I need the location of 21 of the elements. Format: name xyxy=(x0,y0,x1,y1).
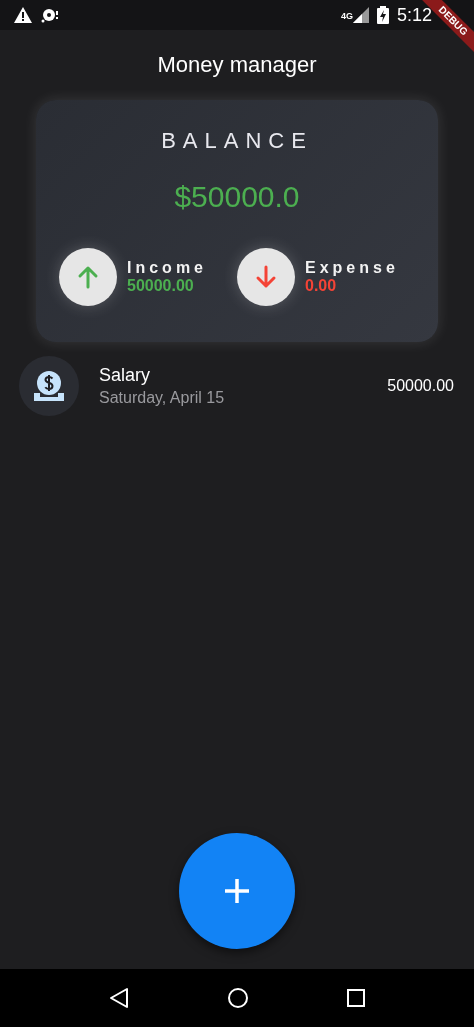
summary-label: Income xyxy=(127,259,207,277)
back-icon[interactable] xyxy=(108,987,131,1009)
app-title: Money manager xyxy=(157,52,317,78)
battery-icon xyxy=(376,6,389,24)
balance-amount: $50000.0 xyxy=(174,180,300,214)
summary-value: 0.00 xyxy=(305,277,338,295)
balance-label: BALANCE xyxy=(161,128,313,154)
plus-icon xyxy=(222,876,252,906)
home-icon[interactable] xyxy=(227,987,249,1009)
transaction-title: Salary xyxy=(99,365,152,386)
signal-icon xyxy=(352,7,369,23)
recents-icon[interactable] xyxy=(345,988,366,1008)
network-type: 4G xyxy=(340,10,353,21)
transaction-item[interactable]: Salary Saturday, April 15 50000.00 xyxy=(19,356,454,416)
warning-icon xyxy=(14,7,32,23)
summary-value: 50000.00 xyxy=(127,277,195,295)
transaction-amount: 50000.00 xyxy=(387,377,454,395)
disc-icon xyxy=(40,7,60,23)
clock-time: 5:12 xyxy=(396,4,432,26)
transaction-date: Saturday, April 15 xyxy=(99,389,226,407)
summary-label: Expense xyxy=(305,259,399,277)
